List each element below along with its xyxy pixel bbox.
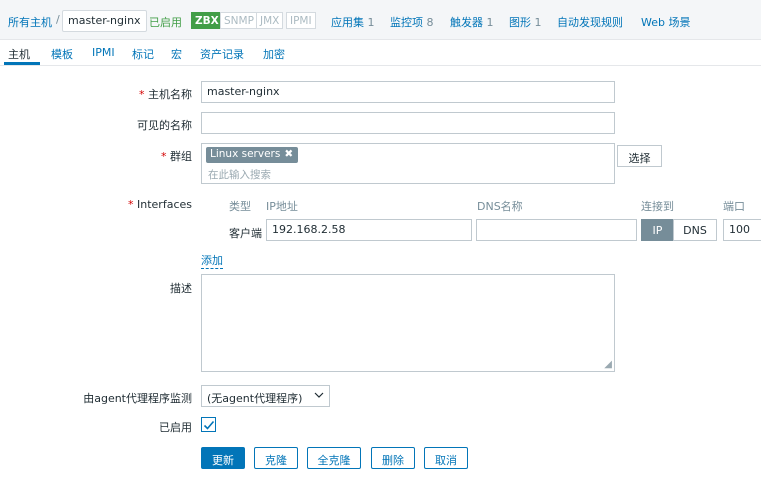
tab-host[interactable]: 主机 — [8, 46, 30, 62]
nav-applications-count: 1 — [367, 16, 375, 29]
nav-applications[interactable]: 应用集 1 — [331, 14, 375, 30]
groups-search-placeholder[interactable]: 在此输入搜索 — [208, 167, 271, 182]
nav-applications-label[interactable]: 应用集 — [331, 16, 364, 29]
breadcrumb-all-hosts[interactable]: 所有主机 — [8, 14, 52, 30]
interfaces-col-type: 类型 — [229, 200, 251, 213]
description-textarea[interactable]: ◢ — [201, 274, 615, 372]
nav-items[interactable]: 监控项 8 — [390, 14, 434, 30]
interfaces-required-mark: * — [128, 198, 134, 211]
update-button[interactable]: 更新 — [201, 447, 245, 469]
nav-items-count: 8 — [426, 16, 434, 29]
host-name-required-mark: * — [139, 88, 145, 101]
add-interface-link[interactable]: 添加 — [201, 252, 223, 269]
visible-name-label: 可见的名称 — [137, 119, 192, 132]
interfaces-col-ip: IP地址 — [266, 200, 298, 213]
proxy-label: 由agent代理程序监测 — [83, 392, 192, 405]
nav-triggers-label[interactable]: 触发器 — [450, 16, 483, 29]
availability-snmp: SNMP — [220, 12, 258, 29]
cancel-button[interactable]: 取消 — [424, 447, 468, 469]
remove-tag-icon[interactable]: ✖ — [284, 148, 293, 160]
nav-graphs-count: 1 — [534, 16, 542, 29]
groups-label: * 群组 — [161, 148, 192, 164]
tab-macros[interactable]: 宏 — [171, 46, 182, 62]
nav-graphs-label[interactable]: 图形 — [509, 16, 531, 29]
availability-ipmi: IPMI — [286, 12, 316, 29]
tab-tags[interactable]: 标记 — [132, 46, 154, 62]
host-name-label: * 主机名称 — [139, 86, 192, 102]
delete-button[interactable]: 删除 — [371, 447, 415, 469]
interfaces-label: * Interfaces — [128, 198, 192, 211]
host-form-tabs: 主机 模板 IPMI 标记 宏 资产记录 加密 — [0, 40, 761, 66]
nav-discovery-rules[interactable]: 自动发现规则 — [557, 14, 623, 30]
nav-triggers[interactable]: 触发器 1 — [450, 14, 494, 30]
enabled-checkbox[interactable] — [201, 417, 216, 432]
nav-triggers-count: 1 — [486, 16, 494, 29]
resize-handle-icon[interactable]: ◢ — [604, 359, 612, 370]
group-tag: Linux servers ✖ — [206, 147, 299, 163]
groups-required-mark: * — [161, 150, 167, 163]
groups-multiselect[interactable]: Linux servers ✖ 在此输入搜索 — [201, 143, 615, 184]
enabled-label: 已启用 — [159, 421, 192, 434]
availability-jmx: JMX — [256, 12, 284, 29]
interface-type: 客户端 — [229, 227, 262, 240]
connect-ip-toggle[interactable]: IP — [641, 219, 674, 241]
availability-zbx: ZBX — [191, 12, 223, 29]
interfaces-col-port: 端口 — [723, 200, 745, 213]
tab-templates[interactable]: 模板 — [51, 46, 73, 62]
full-clone-button[interactable]: 全克隆 — [307, 447, 361, 469]
host-name-label-text: 主机名称 — [148, 88, 192, 101]
interfaces-label-text: Interfaces — [137, 198, 192, 211]
groups-select-button[interactable]: 选择 — [617, 145, 662, 167]
proxy-select-value: (无agent代理程序) — [207, 392, 303, 405]
nav-web-scenarios[interactable]: Web 场景 — [641, 14, 690, 30]
visible-name-input[interactable] — [201, 112, 615, 134]
interface-port-input[interactable]: 100 — [723, 219, 761, 241]
host-status-enabled[interactable]: 已启用 — [149, 14, 182, 30]
tab-ipmi[interactable]: IPMI — [92, 46, 115, 59]
breadcrumb-separator: / — [56, 13, 60, 26]
tab-inventory[interactable]: 资产记录 — [200, 46, 244, 62]
nav-graphs[interactable]: 图形 1 — [509, 14, 542, 30]
chevron-down-icon — [314, 388, 324, 405]
interfaces-col-dns: DNS名称 — [477, 200, 523, 213]
groups-label-text: 群组 — [170, 150, 192, 163]
nav-items-label[interactable]: 监控项 — [390, 16, 423, 29]
host-name-input[interactable]: master-nginx — [201, 81, 615, 103]
interface-dns-input[interactable] — [476, 219, 637, 241]
interfaces-col-connect-to: 连接到 — [641, 200, 674, 213]
breadcrumb-current-host: master-nginx — [62, 10, 147, 32]
tab-encryption[interactable]: 加密 — [263, 46, 285, 62]
host-breadcrumb-bar: 所有主机 / master-nginx 已启用 ZBX SNMP JMX IPM… — [0, 0, 761, 40]
description-label: 描述 — [170, 282, 192, 295]
proxy-select[interactable]: (无agent代理程序) — [201, 385, 330, 407]
group-tag-label: Linux servers — [210, 148, 281, 160]
check-icon — [203, 420, 215, 430]
clone-button[interactable]: 克隆 — [254, 447, 298, 469]
connect-dns-toggle[interactable]: DNS — [673, 219, 717, 241]
interface-ip-input[interactable]: 192.168.2.58 — [266, 219, 472, 241]
active-tab-indicator — [4, 62, 40, 65]
